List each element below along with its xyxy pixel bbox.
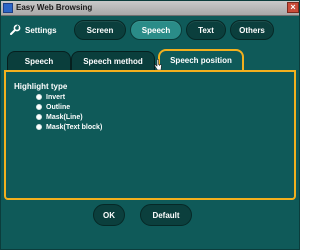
subtab-speech-method[interactable]: Speech method [71, 51, 155, 71]
option-mask-line[interactable]: Mask(Line) [36, 112, 83, 122]
title-bar[interactable]: Easy Web Browsing × [1, 1, 299, 16]
tab-text[interactable]: Text [186, 20, 226, 40]
subtab-speech-position[interactable]: Speech position [158, 49, 244, 71]
settings-row: Settings Screen Speech Text Others [1, 18, 299, 42]
window-title: Easy Web Browsing [16, 3, 93, 12]
content-panel: Highlight type Invert Outline Mask(Line)… [4, 70, 296, 200]
option-outline[interactable]: Outline [36, 102, 70, 112]
app-icon [3, 3, 13, 13]
main-window: Easy Web Browsing × Settings Screen Spee… [0, 0, 300, 250]
option-label: Mask(Line) [46, 113, 83, 121]
subtab-speech[interactable]: Speech [7, 51, 71, 71]
radio-button[interactable] [36, 114, 42, 120]
radio-button[interactable] [36, 94, 42, 100]
tab-screen[interactable]: Screen [74, 20, 126, 40]
close-button[interactable]: × [287, 2, 299, 13]
subtab-bar: Speech Speech method Speech position [1, 49, 299, 71]
option-label: Invert [46, 93, 66, 101]
tab-speech[interactable]: Speech [130, 20, 182, 40]
default-button[interactable]: Default [140, 204, 192, 226]
radio-button[interactable] [36, 104, 42, 110]
wrench-icon [9, 24, 21, 36]
option-invert[interactable]: Invert [36, 92, 65, 102]
ok-button[interactable]: OK [93, 204, 125, 226]
settings-label-group: Settings [9, 21, 57, 39]
option-label: Mask(Text block) [46, 123, 103, 131]
highlight-type-title: Highlight type [14, 82, 68, 91]
tab-others[interactable]: Others [230, 20, 274, 40]
settings-label: Settings [25, 25, 57, 35]
option-mask-text-block[interactable]: Mask(Text block) [36, 122, 102, 132]
option-label: Outline [46, 103, 71, 111]
radio-button[interactable] [36, 124, 42, 130]
